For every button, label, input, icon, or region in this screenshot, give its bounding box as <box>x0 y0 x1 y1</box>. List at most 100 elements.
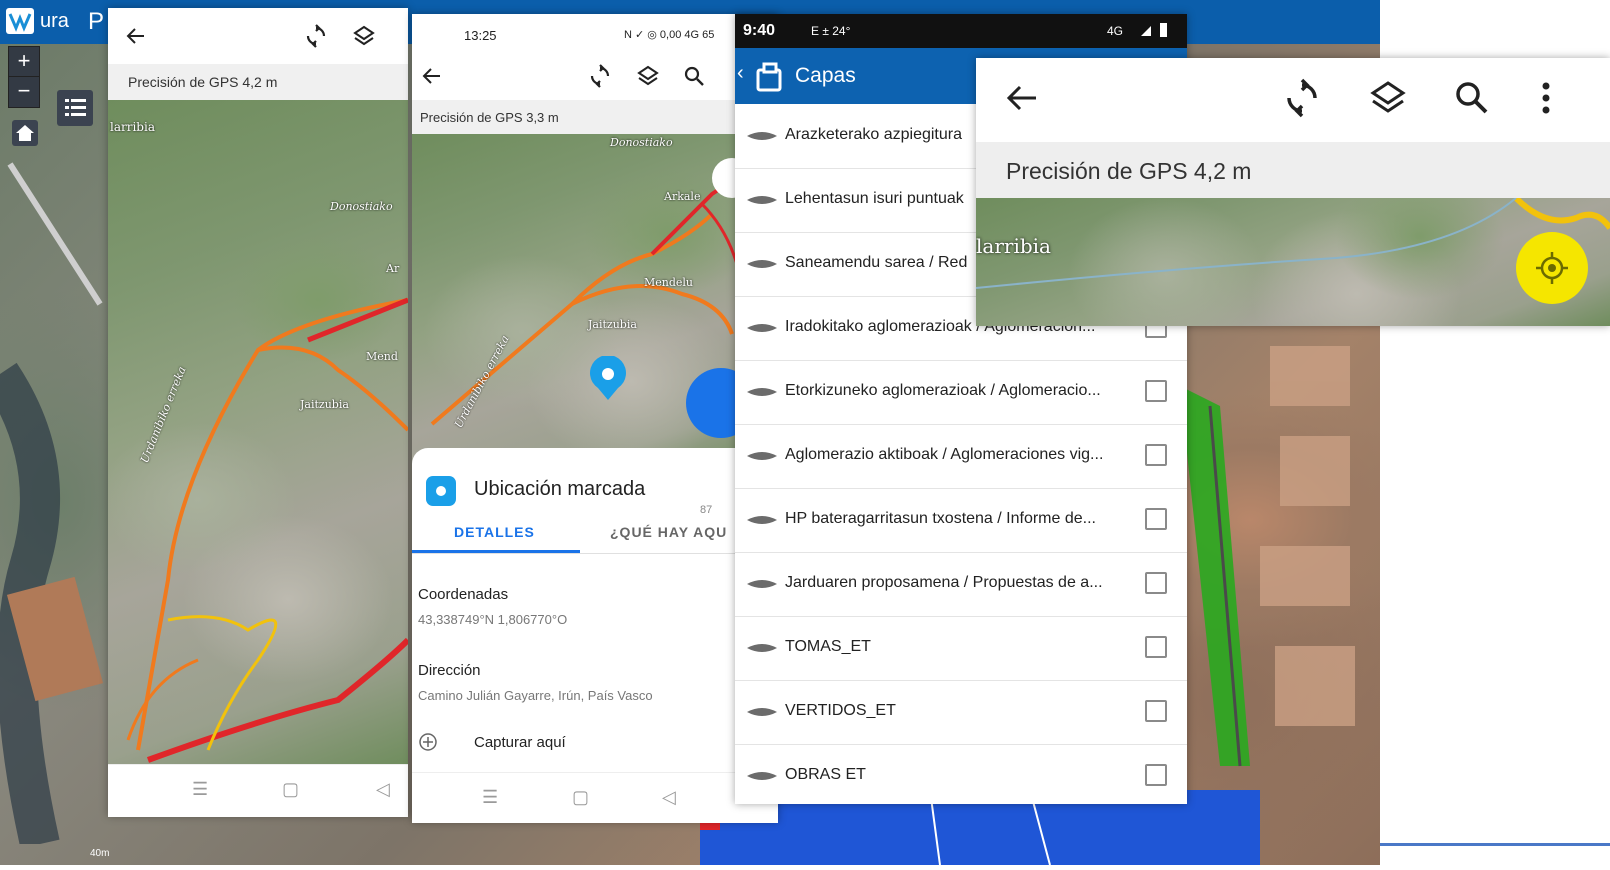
layer-checkbox[interactable] <box>1145 700 1167 722</box>
layer-lens-icon <box>747 580 777 588</box>
layers-title: Capas <box>795 64 856 87</box>
back-chevron-icon[interactable]: ‹ <box>737 62 744 85</box>
back-nav-icon[interactable]: ◁ <box>376 779 390 800</box>
layer-checkbox[interactable] <box>1145 636 1167 658</box>
sync-icon[interactable] <box>304 24 328 48</box>
home-button[interactable] <box>12 120 38 146</box>
gps-accuracy-bar: Precisión de GPS 3,3 m <box>412 100 778 134</box>
back-nav-icon[interactable]: ◁ <box>662 787 676 808</box>
layer-row[interactable]: TOMAS_ET <box>735 616 1187 681</box>
location-details-sheet: Ubicación marcada 87 DETALLES ¿QUÉ HAY A… <box>412 448 778 773</box>
map-label: Arkale <box>664 190 701 203</box>
layer-lens-icon <box>747 388 777 396</box>
layer-row[interactable]: VERTIDOS_ET <box>735 680 1187 745</box>
back-arrow-icon[interactable] <box>420 64 444 88</box>
layer-checkbox[interactable] <box>1145 380 1167 402</box>
zoomed-map-routes <box>976 198 1610 289</box>
back-arrow-icon[interactable] <box>124 24 148 48</box>
gps-accuracy-label: Precisión de GPS 3,3 m <box>420 110 559 125</box>
capture-here-button[interactable]: Capturar aquí <box>474 734 566 751</box>
layer-checkbox[interactable] <box>1145 508 1167 530</box>
sync-icon[interactable] <box>1282 78 1322 118</box>
zoomed-map[interactable]: larribia <box>976 198 1610 326</box>
map-label: Donostiako <box>610 136 673 149</box>
layers-icon[interactable] <box>1368 78 1408 118</box>
map-label: Mendelu <box>644 276 694 289</box>
map-label: larribia <box>976 234 1051 258</box>
phone-screenshot-1: Precisión de GPS 4,2 m larribia Donostia… <box>108 8 408 817</box>
gps-accuracy-bar: Precisión de GPS 4,2 m <box>976 142 1610 198</box>
gps-accuracy-bar: Precisión de GPS 4,2 m <box>108 64 408 100</box>
status-left-icons: E ± 24° <box>811 24 851 38</box>
recent-apps-icon[interactable]: ☰ <box>192 779 208 800</box>
coordinates-value: 43,338749°N 1,806770°O <box>418 612 568 627</box>
map-label: Jaitzubia <box>300 398 349 411</box>
status-time: 13:25 <box>464 28 497 43</box>
zoom-in-button[interactable]: + <box>8 46 40 78</box>
layer-lens-icon <box>747 772 777 780</box>
layer-lens-icon <box>747 324 777 332</box>
status-network: 4G <box>1107 24 1124 38</box>
address-label: Dirección <box>418 662 481 679</box>
gps-accuracy-label: Precisión de GPS 4,2 m <box>1006 158 1252 184</box>
layer-lens-icon <box>747 132 777 140</box>
zoom-out-button[interactable]: − <box>8 76 40 108</box>
layer-list-button[interactable] <box>57 90 93 126</box>
layer-lens-icon <box>747 708 777 716</box>
gps-target-icon <box>1536 252 1568 284</box>
recent-apps-icon[interactable]: ☰ <box>482 787 498 808</box>
status-icons: N ✓ ◎ 0,00 4G 65 <box>624 29 715 41</box>
ura-logo-icon <box>6 8 34 34</box>
layer-checkbox[interactable] <box>1145 572 1167 594</box>
marked-location-icon <box>426 476 456 506</box>
phone2-toolbar <box>412 54 778 100</box>
app-title-initial: P <box>88 8 105 35</box>
my-location-button[interactable] <box>1516 232 1588 304</box>
home-nav-icon[interactable]: ▢ <box>282 779 299 800</box>
desktop-map-left-strip <box>0 44 108 849</box>
layer-row[interactable]: HP bateragarritasun txostena / Informe d… <box>735 488 1187 553</box>
battery-icon <box>1160 23 1167 37</box>
tab-whats-here[interactable]: ¿QUÉ HAY AQU <box>610 524 727 540</box>
layer-row[interactable]: Etorkizuneko aglomerazioak / Aglomeracio… <box>735 360 1187 425</box>
sheet-distance: 87 <box>700 504 713 516</box>
location-marker-icon[interactable] <box>588 355 628 402</box>
tab-divider <box>412 553 778 554</box>
map-label: Mend <box>366 350 398 363</box>
layer-row[interactable]: OBRAS ET <box>735 744 1187 808</box>
phone1-system-nav: ☰ ▢ ◁ <box>108 764 408 817</box>
home-nav-icon[interactable]: ▢ <box>572 787 589 808</box>
layers-icon[interactable] <box>636 64 660 88</box>
phone-screenshot-2: 13:25 N ✓ ◎ 0,00 4G 65 Precisión de GPS … <box>412 14 778 823</box>
zoomed-toolbar <box>976 58 1610 142</box>
home-icon <box>16 125 34 141</box>
layer-lens-icon <box>747 644 777 652</box>
desktop-map-right-area <box>1180 326 1380 846</box>
search-icon[interactable] <box>682 64 706 88</box>
more-options-icon[interactable] <box>1536 78 1556 118</box>
divider-line <box>1380 843 1610 846</box>
layer-lens-icon <box>747 516 777 524</box>
sheet-title: Ubicación marcada <box>474 478 646 500</box>
search-icon[interactable] <box>1452 78 1492 118</box>
layers-app-icon <box>756 62 782 92</box>
phone1-map[interactable]: larribia Donostiako Mend Jaitzubia Urdan… <box>108 100 408 766</box>
status-time: 9:40 <box>743 22 776 39</box>
back-arrow-icon[interactable] <box>1002 78 1042 118</box>
layer-row[interactable]: Aglomerazio aktiboak / Aglomeraciones vi… <box>735 424 1187 489</box>
phone2-map[interactable]: Donostiako Arkale Mendelu Jaitzubia Urda… <box>412 134 778 464</box>
scale-bar-label: 40m <box>90 848 110 859</box>
address-value: Camino Julián Gayarre, Irún, País Vasco <box>418 688 653 703</box>
layers-icon[interactable] <box>352 24 376 48</box>
app-logo-text: ura <box>40 10 69 32</box>
map-label: larribia <box>110 120 155 134</box>
tab-details[interactable]: DETALLES <box>454 524 535 540</box>
sync-icon[interactable] <box>588 64 612 88</box>
zoomed-toolbar-card: Precisión de GPS 4,2 m larribia <box>976 58 1610 326</box>
layer-checkbox[interactable] <box>1145 444 1167 466</box>
layer-checkbox[interactable] <box>1145 764 1167 786</box>
layer-row[interactable]: Jarduaren proposamena / Propuestas de a.… <box>735 552 1187 617</box>
add-circle-icon[interactable] <box>418 732 438 752</box>
map-label: Donostiako <box>330 200 393 213</box>
gps-accuracy-label: Precisión de GPS 4,2 m <box>128 74 278 90</box>
